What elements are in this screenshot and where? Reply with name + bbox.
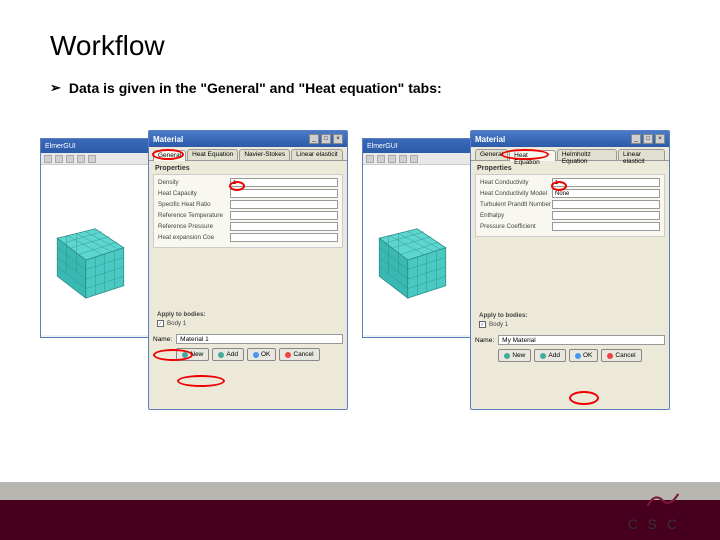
ref-temperature-input[interactable] — [230, 211, 338, 220]
name-label: Name: — [153, 336, 172, 343]
field-specific-heat-ratio: Specific Heat Ratio — [158, 200, 338, 209]
apply-body-checkbox[interactable]: ✓Body 1 — [157, 320, 339, 327]
material-dialog: Material _□× General Heat Equation Navie… — [148, 130, 348, 410]
logo-text: C S C — [628, 516, 680, 532]
apply-header: Apply to bodies: — [157, 311, 339, 318]
screenshot-row: ElmerGUI — [40, 130, 672, 420]
apply-body-checkbox[interactable]: ✓Body 1 — [479, 321, 661, 328]
tab-heat-equation[interactable]: Heat Equation — [509, 150, 556, 161]
arrow-icon: ➢ — [50, 80, 61, 96]
cancel-button[interactable]: Cancel — [279, 348, 319, 361]
tab-general[interactable]: General — [153, 150, 186, 161]
viewport — [41, 165, 161, 335]
window-controls: _□× — [631, 134, 665, 144]
minimize-icon[interactable]: _ — [631, 134, 641, 144]
field-ref-temperature: Reference Temperature — [158, 211, 338, 220]
cube-icon — [365, 205, 460, 300]
field-turbulent-prandtl: Turbulent Prandtl Number — [480, 200, 660, 209]
properties-panel: Density Heat Capacity Specific Heat Rati… — [153, 174, 343, 248]
apply-section: Apply to bodies: ✓Body 1 — [475, 309, 665, 331]
density-input[interactable] — [230, 178, 338, 187]
enthalpy-input[interactable] — [552, 211, 660, 220]
field-heat-capacity: Heat Capacity — [158, 189, 338, 198]
new-button[interactable]: New — [498, 349, 531, 362]
dialog-buttons: New Add OK Cancel — [471, 345, 669, 366]
add-button[interactable]: Add — [534, 349, 566, 362]
name-row: Name: — [475, 335, 665, 345]
ref-pressure-input[interactable] — [230, 222, 338, 231]
toolbar — [363, 153, 481, 165]
pressure-coefficient-input[interactable] — [552, 222, 660, 231]
tab-general[interactable]: General — [475, 149, 508, 160]
footer-band — [0, 482, 720, 500]
tab-linear-elasticity[interactable]: Linear elasticit — [618, 149, 665, 160]
dialog-buttons: New Add OK Cancel — [149, 344, 347, 365]
new-button[interactable]: New — [176, 348, 209, 361]
tab-heat-equation[interactable]: Heat Equation — [187, 149, 238, 160]
viewport — [363, 165, 483, 335]
dialog-titlebar: Material _□× — [149, 131, 347, 147]
name-label: Name: — [475, 337, 494, 344]
left-screenshot: ElmerGUI — [40, 130, 350, 420]
field-ref-pressure: Reference Pressure — [158, 222, 338, 231]
window-controls: _□× — [309, 134, 343, 144]
ok-button[interactable]: OK — [569, 349, 598, 362]
ok-button[interactable]: OK — [247, 348, 276, 361]
maximize-icon[interactable]: □ — [643, 134, 653, 144]
minimize-icon[interactable]: _ — [309, 134, 319, 144]
close-icon[interactable]: × — [655, 134, 665, 144]
maximize-icon[interactable]: □ — [321, 134, 331, 144]
heat-capacity-input[interactable] — [230, 189, 338, 198]
field-heat-expansion: Heat expansion Coe — [158, 233, 338, 242]
properties-panel: Heat Conductivity Heat Conductivity Mode… — [475, 174, 665, 237]
name-input[interactable] — [176, 334, 343, 344]
close-icon[interactable]: × — [333, 134, 343, 144]
slide: Workflow ➢ Data is given in the "General… — [0, 0, 720, 540]
cube-icon — [43, 205, 138, 300]
dialog-title-text: Material — [475, 135, 505, 144]
turbulent-prandtl-input[interactable] — [552, 200, 660, 209]
toolbar — [41, 153, 159, 165]
material-dialog: Material _□× General Heat Equation Helmh… — [470, 130, 670, 410]
properties-header: Properties — [149, 161, 347, 174]
dialog-title-text: Material — [153, 135, 183, 144]
tab-navier-stokes[interactable]: Navier-Stokes — [239, 149, 290, 160]
tab-helmholtz[interactable]: Helmholtz Equation — [557, 149, 617, 160]
heat-conductivity-model-input[interactable] — [552, 189, 660, 198]
name-row: Name: — [153, 334, 343, 344]
bullet-line: ➢ Data is given in the "General" and "He… — [50, 80, 670, 96]
csc-logo — [646, 488, 680, 510]
field-enthalpy: Enthalpy — [480, 211, 660, 220]
app-titlebar: ElmerGUI — [41, 139, 159, 153]
field-heat-conductivity-model: Heat Conductivity Model — [480, 189, 660, 198]
apply-section: Apply to bodies: ✓Body 1 — [153, 308, 343, 330]
field-density: Density — [158, 178, 338, 187]
app-title-text: ElmerGUI — [367, 143, 398, 150]
app-titlebar: ElmerGUI — [363, 139, 481, 153]
field-heat-conductivity: Heat Conductivity — [480, 178, 660, 187]
field-pressure-coefficient: Pressure Coefficient — [480, 222, 660, 231]
add-button[interactable]: Add — [212, 348, 244, 361]
heat-expansion-input[interactable] — [230, 233, 338, 242]
name-input[interactable] — [498, 335, 665, 345]
dialog-titlebar: Material _□× — [471, 131, 669, 147]
logo-icon — [646, 488, 680, 510]
specific-heat-ratio-input[interactable] — [230, 200, 338, 209]
cancel-button[interactable]: Cancel — [601, 349, 641, 362]
tab-bar: General Heat Equation Navier-Stokes Line… — [149, 147, 347, 161]
heat-conductivity-input[interactable] — [552, 178, 660, 187]
apply-header: Apply to bodies: — [479, 312, 661, 319]
footer-dark — [0, 500, 720, 540]
tab-bar: General Heat Equation Helmholtz Equation… — [471, 147, 669, 161]
app-window: ElmerGUI — [362, 138, 482, 338]
right-screenshot: ElmerGUI — [362, 130, 672, 420]
bullet-text: Data is given in the "General" and "Heat… — [69, 80, 442, 96]
tab-linear-elasticity[interactable]: Linear elasticit — [291, 149, 343, 160]
app-title-text: ElmerGUI — [45, 143, 76, 150]
app-window: ElmerGUI — [40, 138, 160, 338]
properties-header: Properties — [471, 161, 669, 174]
page-title: Workflow — [50, 30, 670, 62]
